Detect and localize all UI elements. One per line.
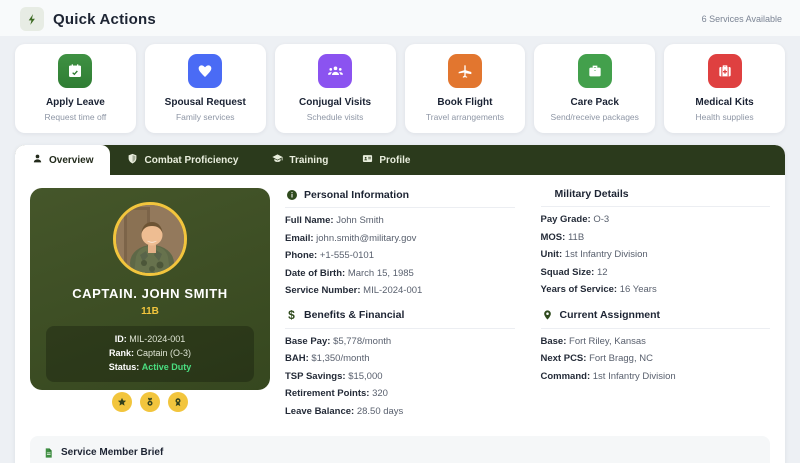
avatar <box>113 202 187 276</box>
section-current-assignment: Current Assignment Base: Fort Riley, Kan… <box>541 309 771 424</box>
quick-action-spousal-request[interactable]: Spousal Request Family services <box>145 44 266 133</box>
quick-action-label: Conjugal Visits <box>281 97 390 108</box>
status-badge: Active Duty <box>142 362 192 372</box>
services-available-count: 6 Services Available <box>702 14 782 24</box>
info-row: Retirement Points: 320 <box>285 388 515 399</box>
main-panel: Overview Combat Proficiency Training Pro… <box>15 145 785 463</box>
info-row: Phone: +1-555-0101 <box>285 250 515 261</box>
plane-icon <box>448 54 482 88</box>
section-military-details: Military Details Pay Grade: O-3 MOS: 11B… <box>541 188 771 303</box>
info-row: Base: Fort Riley, Kansas <box>541 336 771 347</box>
user-icon <box>32 153 43 167</box>
page-title: Quick Actions <box>53 11 156 28</box>
tab-combat-proficiency[interactable]: Combat Proficiency <box>110 145 255 175</box>
info-row: Date of Birth: March 15, 1985 <box>285 268 515 279</box>
soldier-name: CAPTAIN. JOHN SMITH <box>42 286 258 301</box>
info-icon <box>285 188 298 201</box>
quick-action-subtitle: Health supplies <box>670 112 779 122</box>
lightning-icon <box>20 7 44 31</box>
info-row: Leave Balance: 28.50 days <box>285 406 515 417</box>
brief-title: Service Member Brief <box>61 447 163 458</box>
profile-action-buttons <box>42 392 258 412</box>
info-row: Email: john.smith@military.gov <box>285 233 515 244</box>
medal-icon[interactable] <box>140 392 160 412</box>
shield-icon <box>127 153 138 167</box>
profile-status-row: Status: Active Duty <box>52 361 248 375</box>
quick-action-label: Apply Leave <box>21 97 130 108</box>
briefcase-icon <box>578 54 612 88</box>
info-row: Pay Grade: O-3 <box>541 214 771 225</box>
quick-action-label: Book Flight <box>411 97 520 108</box>
info-row: Command: 1st Infantry Division <box>541 371 771 382</box>
tab-overview[interactable]: Overview <box>15 145 110 175</box>
star-icon[interactable] <box>112 392 132 412</box>
info-row: Squad Size: 12 <box>541 267 771 278</box>
info-row: TSP Savings: $15,000 <box>285 371 515 382</box>
section-title: Benefits & Financial <box>304 309 404 321</box>
info-row: Service Number: MIL-2024-001 <box>285 285 515 296</box>
info-sections: Personal Information Full Name: John Smi… <box>285 188 770 423</box>
quick-action-subtitle: Schedule visits <box>281 112 390 122</box>
calendar-check-icon <box>58 54 92 88</box>
quick-actions-row: Apply Leave Request time off Spousal Req… <box>15 44 785 133</box>
section-title: Current Assignment <box>560 309 661 321</box>
quick-action-label: Medical Kits <box>670 97 779 108</box>
profile-rank-row: Rank: Captain (O-3) <box>52 347 248 361</box>
users-icon <box>318 54 352 88</box>
tab-profile[interactable]: Profile <box>345 145 427 175</box>
soldier-profile-card: CAPTAIN. JOHN SMITH 11B ID: MIL-2024-001… <box>30 188 270 390</box>
quick-action-subtitle: Family services <box>151 112 260 122</box>
page-header: Quick Actions 6 Services Available <box>0 0 800 36</box>
info-row: Unit: 1st Infantry Division <box>541 249 771 260</box>
quick-action-conjugal-visits[interactable]: Conjugal Visits Schedule visits <box>275 44 396 133</box>
id-card-icon <box>362 153 373 167</box>
tab-training[interactable]: Training <box>255 145 345 175</box>
quick-action-care-pack[interactable]: Care Pack Send/receive packages <box>534 44 655 133</box>
tab-label: Profile <box>379 155 410 166</box>
service-member-brief: Service Member Brief Experienced infantr… <box>30 436 770 463</box>
tab-bar: Overview Combat Proficiency Training Pro… <box>15 145 785 175</box>
location-pin-icon <box>541 309 554 322</box>
quick-action-subtitle: Travel arrangements <box>411 112 520 122</box>
info-row: Next PCS: Fort Bragg, NC <box>541 353 771 364</box>
quick-action-apply-leave[interactable]: Apply Leave Request time off <box>15 44 136 133</box>
quick-action-book-flight[interactable]: Book Flight Travel arrangements <box>405 44 526 133</box>
quick-action-medical-kits[interactable]: Medical Kits Health supplies <box>664 44 785 133</box>
section-benefits-financial: $ Benefits & Financial Base Pay: $5,778/m… <box>285 309 515 424</box>
info-row: Years of Service: 16 Years <box>541 284 771 295</box>
info-row: Full Name: John Smith <box>285 215 515 226</box>
section-title: Military Details <box>555 188 629 200</box>
quick-action-label: Care Pack <box>540 97 649 108</box>
info-row: Base Pay: $5,778/month <box>285 336 515 347</box>
document-icon <box>42 446 55 459</box>
tab-label: Combat Proficiency <box>144 155 238 166</box>
profile-id-row: ID: MIL-2024-001 <box>52 333 248 347</box>
quick-action-subtitle: Send/receive packages <box>540 112 649 122</box>
section-title: Personal Information <box>304 189 409 201</box>
dollar-icon: $ <box>285 309 298 322</box>
tab-label: Training <box>289 155 328 166</box>
info-row: MOS: 11B <box>541 232 771 243</box>
heart-icon <box>188 54 222 88</box>
quick-action-label: Spousal Request <box>151 97 260 108</box>
mos-badge: 11B <box>42 306 258 317</box>
award-icon[interactable] <box>168 392 188 412</box>
graduation-cap-icon <box>272 153 283 167</box>
section-personal-information: Personal Information Full Name: John Smi… <box>285 188 515 303</box>
tab-label: Overview <box>49 155 93 166</box>
medkit-icon <box>708 54 742 88</box>
quick-action-subtitle: Request time off <box>21 112 130 122</box>
profile-details-box: ID: MIL-2024-001 Rank: Captain (O-3) Sta… <box>46 326 254 382</box>
info-row: BAH: $1,350/month <box>285 353 515 364</box>
